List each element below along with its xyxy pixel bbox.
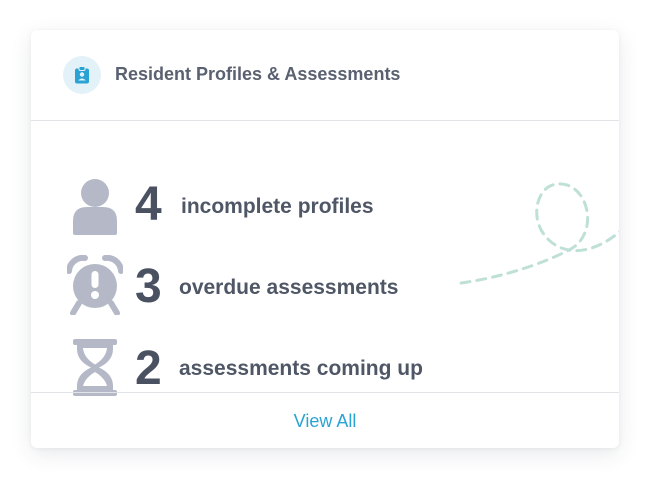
stat-row-overdue-assessments[interactable]: 3 overdue assessments bbox=[31, 254, 619, 325]
stat-number: 4 bbox=[135, 178, 162, 231]
stat-label: assessments coming up bbox=[179, 357, 423, 380]
stat-number: 3 bbox=[135, 260, 162, 313]
hourglass-icon bbox=[67, 339, 123, 399]
stat-label: overdue assessments bbox=[179, 276, 399, 299]
view-all-link[interactable]: View All bbox=[31, 411, 619, 432]
resident-profiles-card: Resident Profiles & Assessments 4 incomp… bbox=[31, 30, 619, 448]
stat-number: 2 bbox=[135, 342, 162, 395]
clipboard-badge-icon bbox=[63, 56, 101, 94]
card-footer: View All bbox=[31, 392, 619, 448]
card-body: 4 incomplete profiles 3 overdue assessme… bbox=[31, 121, 619, 396]
card-title: Resident Profiles & Assessments bbox=[115, 64, 401, 84]
alarm-clock-icon bbox=[66, 254, 124, 316]
card-header: Resident Profiles & Assessments bbox=[31, 30, 619, 121]
stat-label: incomplete profiles bbox=[181, 195, 374, 218]
stat-row-incomplete-profiles[interactable]: 4 incomplete profiles bbox=[31, 175, 619, 245]
person-icon bbox=[67, 175, 123, 235]
